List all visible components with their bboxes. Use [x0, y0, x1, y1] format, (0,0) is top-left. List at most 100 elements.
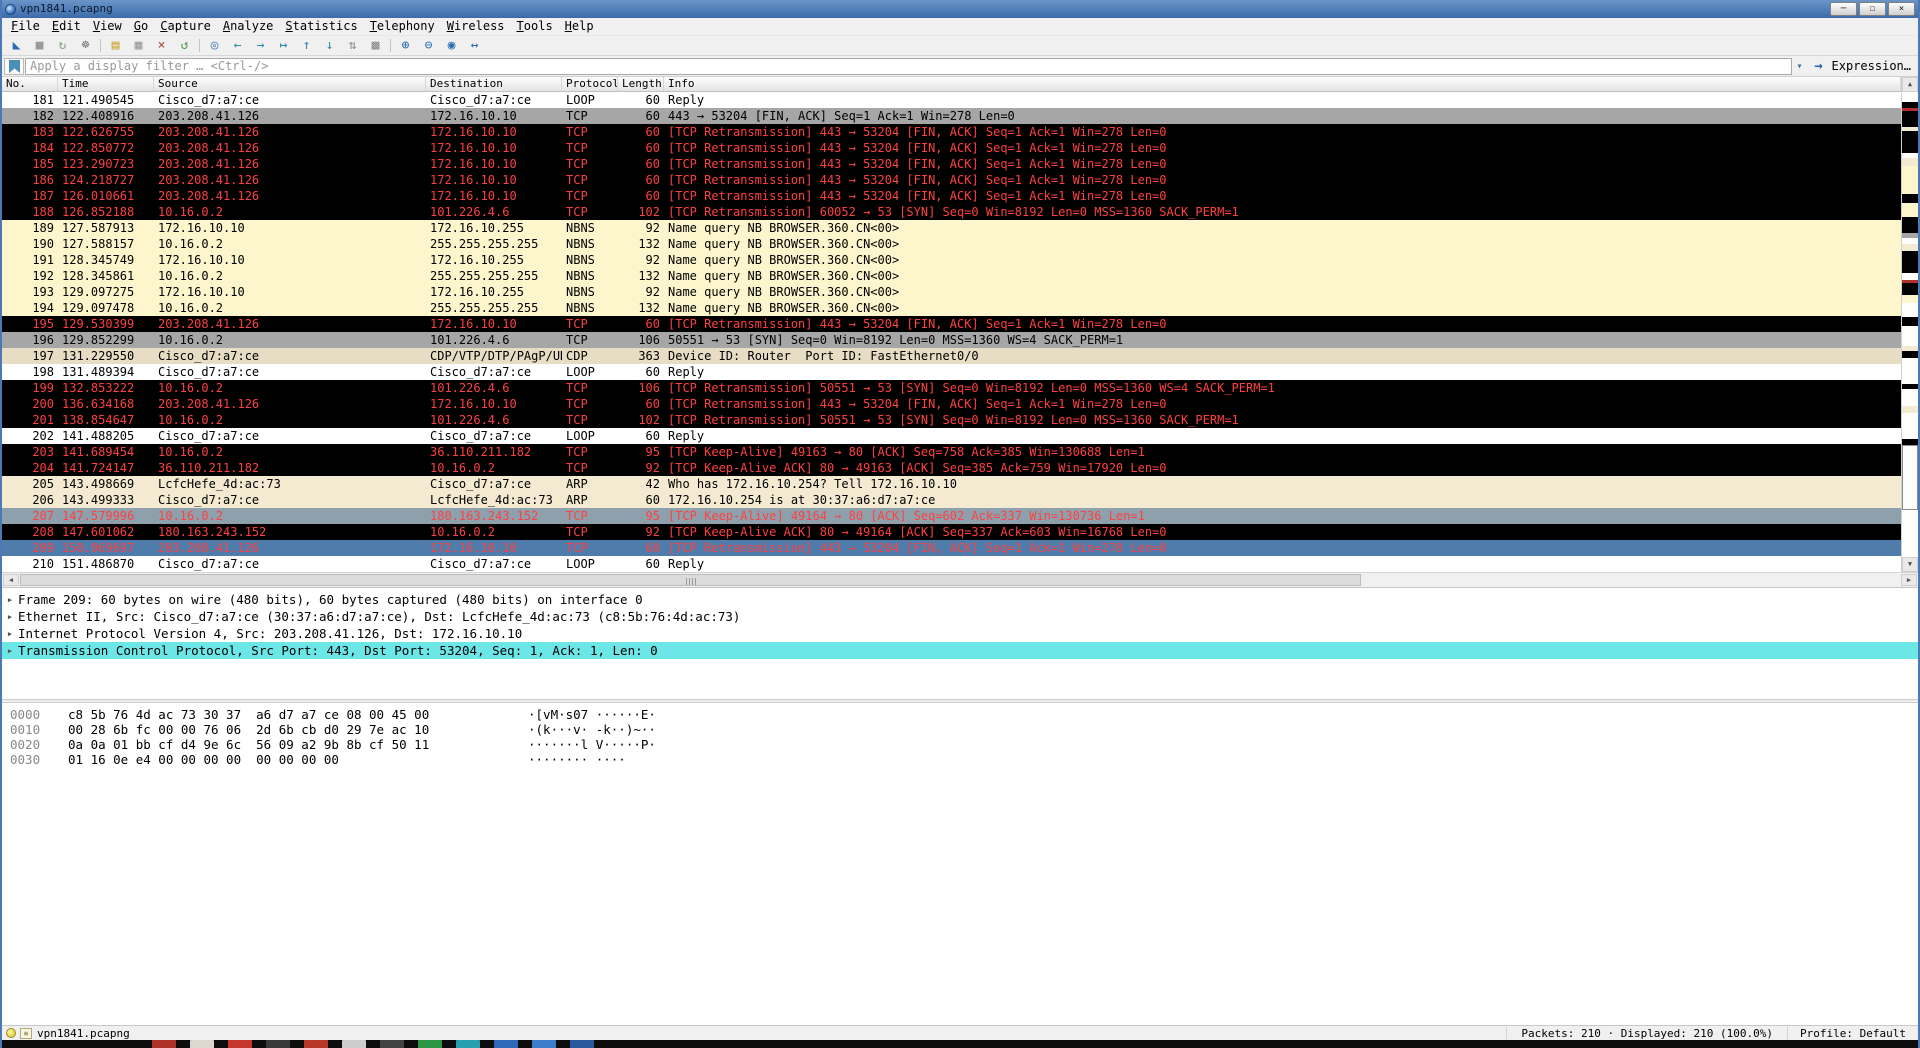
go-back-button[interactable]: ←: [226, 36, 249, 55]
column-header-time[interactable]: Time: [58, 77, 154, 91]
filter-apply-icon[interactable]: →: [1808, 58, 1830, 75]
packet-row-202[interactable]: 202141.488205Cisco_d7:a7:ceCisco_d7:a7:c…: [2, 428, 1901, 444]
menu-item-analyze[interactable]: Analyze: [217, 18, 280, 35]
packet-row-181[interactable]: 181121.490545Cisco_d7:a7:ceCisco_d7:a7:c…: [2, 92, 1901, 108]
save-file-button[interactable]: ▦: [127, 36, 150, 55]
zoom-in-button[interactable]: ⊕: [394, 36, 417, 55]
capture-file-properties-icon[interactable]: ≡: [20, 1028, 32, 1039]
hex-row[interactable]: 001000 28 6b fc 00 00 76 06 2d 6b cb d0 …: [10, 722, 1918, 737]
taskbar-app-12[interactable]: [570, 1040, 594, 1048]
taskbar-app-2[interactable]: [190, 1040, 214, 1048]
filter-history-dropdown-icon[interactable]: ▾: [1792, 61, 1808, 72]
menu-item-help[interactable]: Help: [559, 18, 600, 35]
go-first-button[interactable]: ↑: [295, 36, 318, 55]
hex-row[interactable]: 003001 16 0e e4 00 00 00 00 00 00 00 00·…: [10, 752, 1918, 767]
taskbar-app-3[interactable]: [228, 1040, 252, 1048]
packet-row-193[interactable]: 193129.097275172.16.10.10172.16.10.255NB…: [2, 284, 1901, 300]
horizontal-scrollbar[interactable]: ◀ ▶: [2, 572, 1918, 587]
taskbar-app-8[interactable]: [418, 1040, 442, 1048]
scroll-down-icon[interactable]: ▼: [1902, 557, 1918, 572]
column-header-length[interactable]: Length: [618, 77, 664, 91]
expression-button[interactable]: Expression…: [1830, 59, 1916, 73]
capture-options-button[interactable]: ☸: [74, 36, 97, 55]
packet-row-209[interactable]: 209150.069697203.208.41.126172.16.10.10T…: [2, 540, 1901, 556]
taskbar-app-1[interactable]: [152, 1040, 176, 1048]
packet-row-210[interactable]: 210151.486870Cisco_d7:a7:ceCisco_d7:a7:c…: [2, 556, 1901, 572]
minimize-button[interactable]: ─: [1830, 2, 1857, 16]
packet-row-187[interactable]: 187126.010661203.208.41.126172.16.10.10T…: [2, 188, 1901, 204]
packet-row-203[interactable]: 203141.68945410.16.0.236.110.211.182TCP9…: [2, 444, 1901, 460]
zoom-reset-button[interactable]: ◉: [440, 36, 463, 55]
go-last-button[interactable]: ↓: [318, 36, 341, 55]
menu-item-view[interactable]: View: [87, 18, 128, 35]
auto-scroll-button[interactable]: ⇅: [341, 36, 364, 55]
packet-row-196[interactable]: 196129.85229910.16.0.2101.226.4.6TCP1065…: [2, 332, 1901, 348]
taskbar-app-11[interactable]: [532, 1040, 556, 1048]
packet-row-206[interactable]: 206143.499333Cisco_d7:a7:ceLcfcHefe_4d:a…: [2, 492, 1901, 508]
expert-info-icon[interactable]: [6, 1028, 16, 1038]
title-bar[interactable]: vpn1841.pcapng ─ ☐ ×: [2, 0, 1918, 18]
horizontal-scroll-thumb[interactable]: [20, 574, 1361, 586]
menu-item-telephony[interactable]: Telephony: [364, 18, 441, 35]
find-packet-button[interactable]: ◎: [203, 36, 226, 55]
packet-row-208[interactable]: 208147.601062180.163.243.15210.16.0.2TCP…: [2, 524, 1901, 540]
scrollbar-viewport[interactable]: [1902, 445, 1918, 510]
packet-row-194[interactable]: 194129.09747810.16.0.2255.255.255.255NBN…: [2, 300, 1901, 316]
start-capture-button[interactable]: ◣: [5, 36, 28, 55]
detail-row-1[interactable]: ▶Frame 209: 60 bytes on wire (480 bits),…: [2, 591, 1918, 608]
taskbar-app-6[interactable]: [342, 1040, 366, 1048]
packet-row-204[interactable]: 204141.72414736.110.211.18210.16.0.2TCP9…: [2, 460, 1901, 476]
detail-row-4[interactable]: ▶Transmission Control Protocol, Src Port…: [2, 642, 1918, 659]
hex-row[interactable]: 00200a 0a 01 bb cf d4 9e 6c 56 09 a2 9b …: [10, 737, 1918, 752]
expand-triangle-icon[interactable]: ▶: [2, 613, 18, 621]
taskbar-app-10[interactable]: [494, 1040, 518, 1048]
go-forward-button[interactable]: →: [249, 36, 272, 55]
restart-capture-button[interactable]: ↻: [51, 36, 74, 55]
resize-columns-button[interactable]: ↔: [463, 36, 486, 55]
open-file-button[interactable]: ▤: [104, 36, 127, 55]
expand-triangle-icon[interactable]: ▶: [2, 630, 18, 638]
packet-row-199[interactable]: 199132.85322210.16.0.2101.226.4.6TCP106[…: [2, 380, 1901, 396]
detail-row-2[interactable]: ▶Ethernet II, Src: Cisco_d7:a7:ce (30:37…: [2, 608, 1918, 625]
hex-row[interactable]: 0000c8 5b 76 4d ac 73 30 37 a6 d7 a7 ce …: [10, 707, 1918, 722]
taskbar-app-7[interactable]: [380, 1040, 404, 1048]
close-file-button[interactable]: ×: [150, 36, 173, 55]
packet-row-184[interactable]: 184122.850772203.208.41.126172.16.10.10T…: [2, 140, 1901, 156]
packet-row-190[interactable]: 190127.58815710.16.0.2255.255.255.255NBN…: [2, 236, 1901, 252]
scrollbar-minimap[interactable]: [1902, 92, 1918, 557]
packet-row-185[interactable]: 185123.290723203.208.41.126172.16.10.10T…: [2, 156, 1901, 172]
reload-file-button[interactable]: ↺: [173, 36, 196, 55]
packet-row-195[interactable]: 195129.530399203.208.41.126172.16.10.10T…: [2, 316, 1901, 332]
column-header-no[interactable]: No.: [2, 77, 58, 91]
taskbar-app-9[interactable]: [456, 1040, 480, 1048]
packet-row-191[interactable]: 191128.345749172.16.10.10172.16.10.255NB…: [2, 252, 1901, 268]
maximize-button[interactable]: ☐: [1859, 2, 1886, 16]
packet-row-197[interactable]: 197131.229550Cisco_d7:a7:ceCDP/VTP/DTP/P…: [2, 348, 1901, 364]
packet-row-182[interactable]: 182122.408916203.208.41.126172.16.10.10T…: [2, 108, 1901, 124]
packet-row-186[interactable]: 186124.218727203.208.41.126172.16.10.10T…: [2, 172, 1901, 188]
menu-item-wireless[interactable]: Wireless: [441, 18, 511, 35]
taskbar-app-5[interactable]: [304, 1040, 328, 1048]
menu-item-capture[interactable]: Capture: [154, 18, 217, 35]
detail-row-3[interactable]: ▶Internet Protocol Version 4, Src: 203.2…: [2, 625, 1918, 642]
taskbar-app-4[interactable]: [266, 1040, 290, 1048]
scroll-right-icon[interactable]: ▶: [1901, 574, 1917, 586]
close-button[interactable]: ×: [1888, 2, 1915, 16]
packet-row-188[interactable]: 188126.85218810.16.0.2101.226.4.6TCP102[…: [2, 204, 1901, 220]
packet-row-200[interactable]: 200136.634168203.208.41.126172.16.10.10T…: [2, 396, 1901, 412]
packet-list-scrollbar[interactable]: ▲ ▼: [1901, 77, 1918, 572]
column-header-source[interactable]: Source: [154, 77, 426, 91]
packet-row-198[interactable]: 198131.489394Cisco_d7:a7:ceCisco_d7:a7:c…: [2, 364, 1901, 380]
packet-row-207[interactable]: 207147.57999610.16.0.2180.163.243.152TCP…: [2, 508, 1901, 524]
menu-item-statistics[interactable]: Statistics: [279, 18, 363, 35]
expand-triangle-icon[interactable]: ▶: [2, 647, 18, 655]
status-profile[interactable]: Profile: Default: [1787, 1027, 1914, 1040]
menu-item-tools[interactable]: Tools: [511, 18, 559, 35]
display-filter-input[interactable]: [25, 58, 1792, 75]
go-to-packet-button[interactable]: ↦: [272, 36, 295, 55]
scroll-left-icon[interactable]: ◀: [3, 574, 19, 586]
expand-triangle-icon[interactable]: ▶: [2, 596, 18, 604]
column-header-info[interactable]: Info: [664, 77, 1901, 91]
packet-row-201[interactable]: 201138.85464710.16.0.2101.226.4.6TCP102[…: [2, 412, 1901, 428]
menu-item-file[interactable]: File: [5, 18, 46, 35]
